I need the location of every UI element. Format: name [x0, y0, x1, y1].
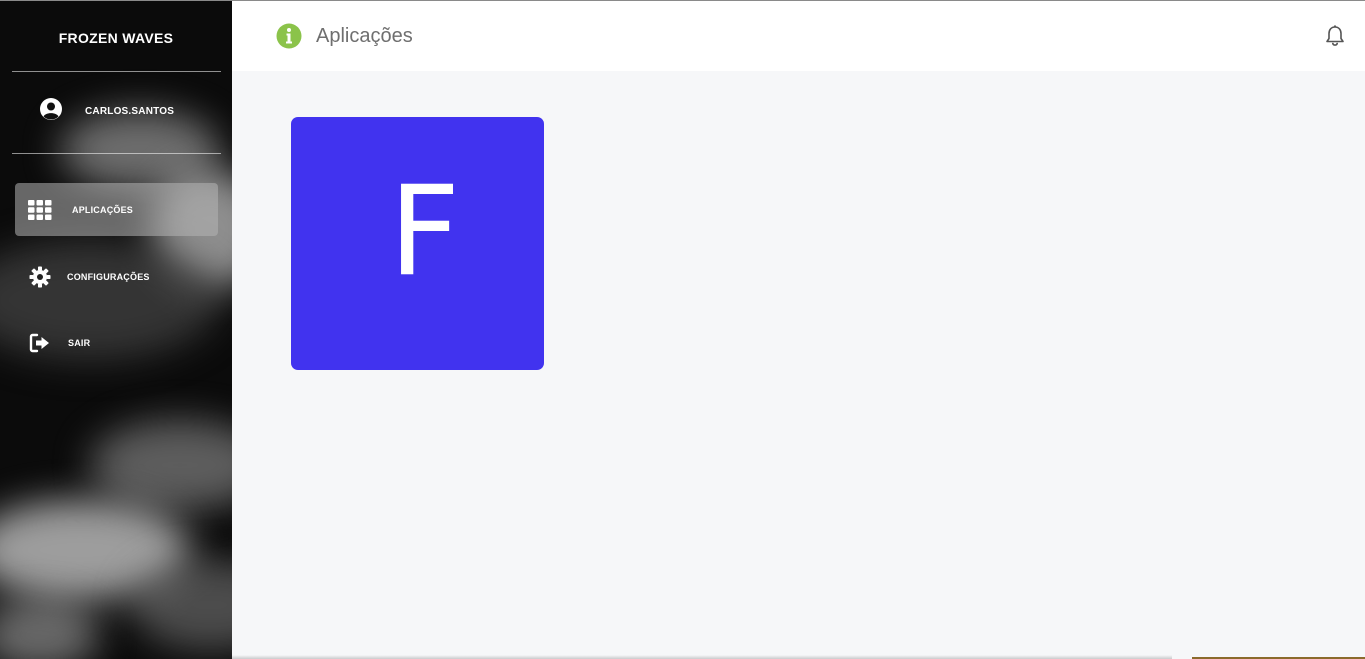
top-header: Aplicações: [232, 1, 1365, 71]
app-tile-letter: F: [388, 159, 461, 304]
gear-icon: [27, 264, 53, 290]
app-root: FROZEN WAVES CARLOS.SANTOS APLICAÇÕES CO…: [0, 0, 1365, 659]
sidebar-item-label: SAIR: [68, 337, 91, 348]
bell-icon[interactable]: [1323, 24, 1347, 48]
page-title: Aplicações: [316, 25, 413, 47]
user-profile[interactable]: CARLOS.SANTOS: [38, 96, 175, 127]
user-circle-icon: [38, 96, 64, 127]
sidebar-item-label: CONFIGURAÇÕES: [67, 271, 150, 282]
sidebar-item-aplicacoes[interactable]: APLICAÇÕES: [15, 183, 218, 236]
brand-title: FROZEN WAVES: [58, 30, 174, 46]
sidebar-item-configuracoes[interactable]: CONFIGURAÇÕES: [15, 250, 218, 303]
sidebar: FROZEN WAVES CARLOS.SANTOS APLICAÇÕES CO…: [0, 0, 232, 659]
sign-out-icon: [27, 330, 53, 356]
user-name: CARLOS.SANTOS: [85, 105, 175, 117]
app-tile[interactable]: F: [291, 117, 544, 370]
sidebar-divider: [12, 153, 221, 154]
info-icon: [276, 23, 302, 49]
main-content: F: [232, 71, 1365, 659]
bottom-shadow: [232, 655, 1172, 659]
grid-icon: [27, 197, 53, 223]
sidebar-divider: [12, 71, 221, 72]
top-border: [0, 0, 1365, 1]
sidebar-item-label: APLICAÇÕES: [72, 204, 134, 215]
sidebar-item-sair[interactable]: SAIR: [15, 316, 218, 369]
